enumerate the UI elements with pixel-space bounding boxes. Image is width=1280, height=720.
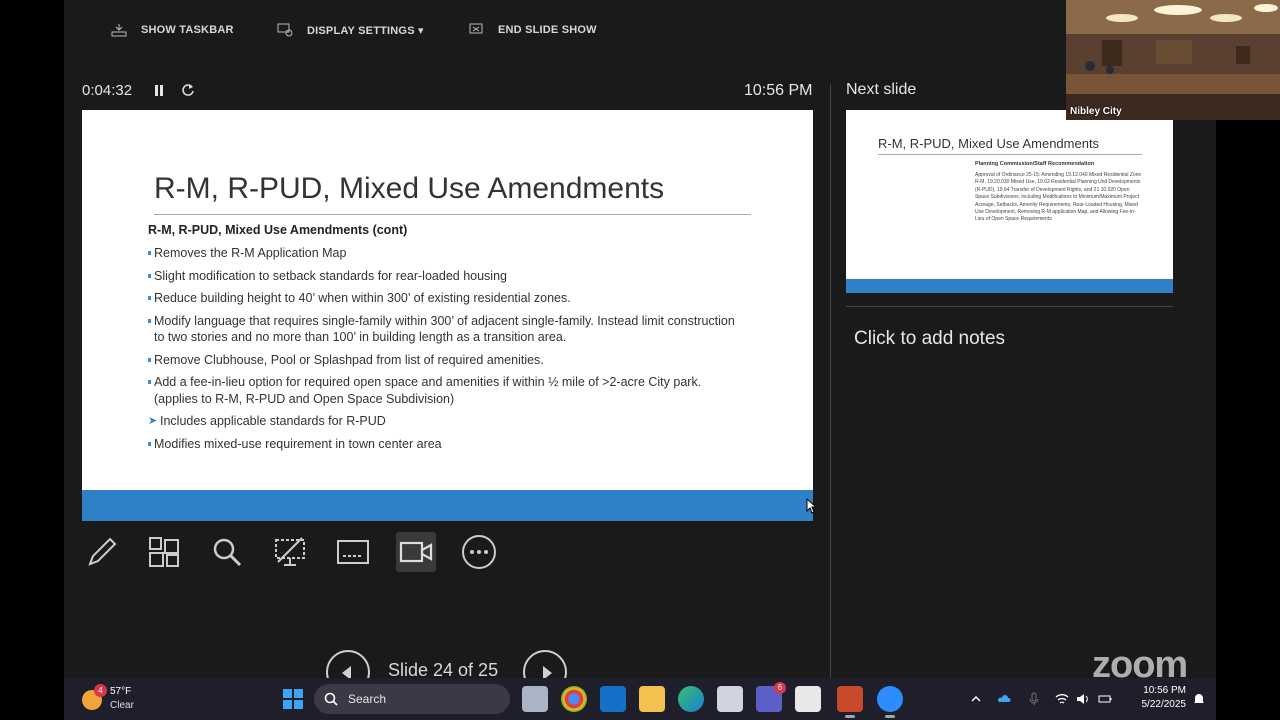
bullet-list: Removes the R-M Application Map Slight m…: [148, 245, 748, 458]
elapsed-timer: 0:04:32: [82, 82, 133, 99]
speaker-notes[interactable]: Click to add notes: [854, 328, 1005, 350]
bullet-item: Reduce building height to 40’ when withi…: [148, 290, 748, 307]
slide-title: R-M, R-PUD, Mixed Use Amendments: [154, 172, 665, 205]
slide-navigation: Slide 24 of 25: [326, 650, 576, 678]
slide-subtitle: R-M, R-PUD, Mixed Use Amendments (cont): [148, 223, 408, 237]
bullet-item: Modify language that requires single-fam…: [148, 313, 748, 346]
current-time: 10:56 PM: [744, 82, 813, 99]
presenter-toolbar: SHOW TASKBAR DISPLAY SETTINGS ▾ END SLID…: [64, 0, 1066, 60]
see-all-slides-button[interactable]: [144, 532, 184, 572]
notepad-icon[interactable]: [795, 686, 821, 712]
subtitles-button[interactable]: [333, 532, 373, 572]
current-slide[interactable]: R-M, R-PUD, Mixed Use Amendments R-M, R-…: [82, 110, 813, 521]
chevron-up-icon[interactable]: [969, 692, 983, 706]
pause-timer-icon[interactable]: [152, 83, 166, 99]
next-slide-divider: [878, 154, 1142, 155]
weather-badge: 4: [94, 684, 107, 697]
next-slide-button[interactable]: [523, 650, 567, 678]
next-slide-footer-band: [846, 279, 1173, 293]
camera-participant-name: Nibley City: [1070, 106, 1122, 117]
search-icon: [324, 692, 338, 706]
temperature: 57°F: [110, 686, 132, 697]
subtitles-icon: [337, 540, 369, 564]
magnifier-icon: [213, 538, 242, 567]
task-view-icon[interactable]: [522, 686, 548, 712]
system-date: 5/22/2025: [1141, 699, 1187, 710]
weather-condition: Clear: [110, 700, 134, 711]
end-slide-show-button[interactable]: END SLIDE SHOW: [468, 22, 597, 38]
teams-badge: 6: [774, 682, 786, 694]
slide-footer-band: [82, 490, 813, 521]
camera-icon: [399, 541, 433, 563]
microphone-icon[interactable]: [1027, 692, 1041, 706]
bullet-item: Add a fee-in-lieu option for required op…: [148, 374, 748, 407]
taskbar-icon: [111, 24, 127, 37]
camera-feed: Nibley City: [1066, 0, 1280, 120]
presenter-view: SHOW TASKBAR DISPLAY SETTINGS ▾ END SLID…: [64, 0, 1216, 678]
slide-counter[interactable]: Slide 24 of 25: [388, 660, 498, 678]
pen-icon: [88, 537, 117, 566]
pen-tool-button[interactable]: [82, 532, 122, 572]
notes-divider: [846, 306, 1173, 307]
windows-taskbar: 4 57°F Clear Search 6 10:56 PM 5/22/2025: [64, 678, 1216, 720]
display-settings-button[interactable]: DISPLAY SETTINGS ▾: [277, 22, 424, 38]
restart-timer-icon[interactable]: [180, 82, 196, 98]
chrome-icon[interactable]: [561, 686, 587, 712]
end-show-icon: [469, 23, 483, 34]
screen-slash-icon: [275, 537, 305, 566]
bullet-item: Remove Clubhouse, Pool or Splashpad from…: [148, 352, 748, 369]
file-explorer-icon[interactable]: [639, 686, 665, 712]
windows-start-icon[interactable]: [282, 688, 304, 710]
next-slide-thumbnail[interactable]: R-M, R-PUD, Mixed Use Amendments Plannin…: [846, 110, 1173, 293]
council-chamber-image: [1066, 0, 1280, 120]
next-slide-subheading: Planning Commission/Staff Recommendation: [975, 161, 1095, 167]
next-slide-title: R-M, R-PUD, Mixed Use Amendments: [878, 136, 1100, 151]
system-clock[interactable]: 10:56 PM 5/22/2025: [1126, 684, 1187, 712]
weather-widget[interactable]: 4 57°F Clear: [82, 684, 142, 714]
end-slide-show-label: END SLIDE SHOW: [498, 24, 597, 36]
snipping-tool-icon[interactable]: [717, 686, 743, 712]
show-taskbar-button[interactable]: SHOW TASKBAR: [111, 22, 234, 38]
black-screen-button[interactable]: [270, 532, 310, 572]
camera-toggle-button[interactable]: [396, 532, 436, 572]
next-slide-body: Approval of Ordinance 25-15: Amending 19…: [975, 172, 1142, 223]
title-divider: [154, 214, 751, 215]
pane-divider[interactable]: [830, 84, 831, 678]
monitor-gear-icon: [277, 23, 293, 37]
next-slide-heading: Next slide: [846, 81, 917, 98]
more-icon: [462, 535, 496, 569]
battery-icon[interactable]: [1098, 692, 1112, 706]
wifi-icon[interactable]: [1055, 692, 1069, 706]
show-taskbar-label: SHOW TASKBAR: [141, 24, 234, 36]
search-label: Search: [348, 692, 387, 706]
mouse-cursor-icon: [806, 498, 816, 514]
bullet-item: Modifies mixed-use requirement in town c…: [148, 436, 748, 453]
zoom-icon[interactable]: [877, 686, 903, 718]
previous-slide-button[interactable]: [326, 650, 370, 678]
volume-icon[interactable]: [1076, 692, 1090, 706]
taskbar-search[interactable]: Search: [314, 684, 510, 714]
notification-icon[interactable]: [1192, 692, 1206, 706]
bullet-item: Includes applicable standards for R-PUD: [148, 413, 748, 430]
teams-icon[interactable]: 6: [756, 682, 786, 712]
bullet-item: Removes the R-M Application Map: [148, 245, 748, 262]
onedrive-icon[interactable]: [997, 692, 1011, 706]
edge-icon[interactable]: [678, 686, 704, 712]
powerpoint-icon[interactable]: [837, 686, 863, 718]
bullet-item: Slight modification to setback standards…: [148, 268, 748, 285]
more-options-button[interactable]: [459, 532, 499, 572]
display-settings-label: DISPLAY SETTINGS ▾: [307, 24, 424, 37]
outlook-icon[interactable]: [600, 686, 626, 712]
grid-icon: [149, 537, 179, 567]
system-time: 10:56 PM: [1143, 685, 1186, 696]
zoom-slide-button[interactable]: [207, 532, 247, 572]
